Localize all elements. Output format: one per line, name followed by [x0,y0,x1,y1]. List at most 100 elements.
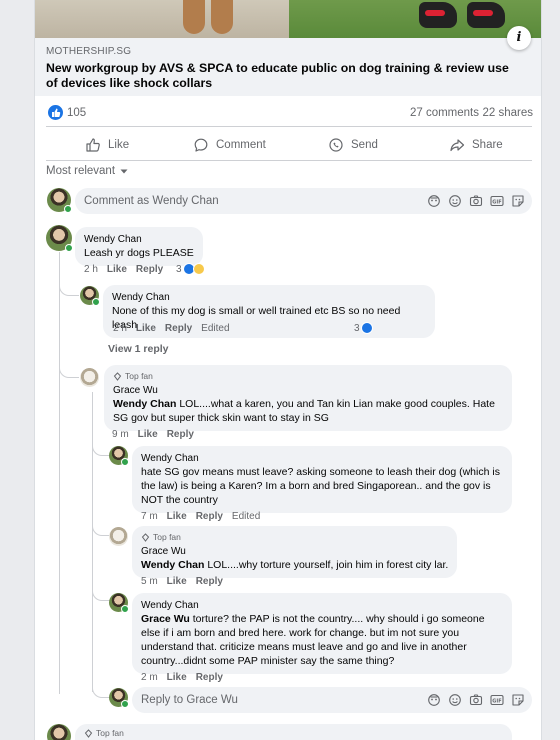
comment-author[interactable]: Grace Wu [141,545,448,558]
comment-time[interactable]: 9 m [112,429,129,440]
avatar[interactable] [46,225,73,252]
shares-count[interactable]: 22 shares [482,107,533,119]
comment-edited[interactable]: Edited [232,511,260,522]
comment-like-button[interactable]: Like [167,576,187,587]
comment-bubble: Wendy Chan Leash yr dogs PLEASE [75,227,203,266]
thread-connector [92,585,110,601]
divider [46,126,532,127]
top-fan-icon [113,372,122,381]
emoji-icon[interactable] [447,692,463,708]
like-reaction-icon[interactable] [48,105,63,120]
info-icon[interactable]: i [507,26,531,50]
comment-author[interactable]: Wendy Chan [141,599,503,612]
dog-leg [183,0,205,34]
comment-mention[interactable]: Wendy Chan [113,398,176,410]
comment-reply-button[interactable]: Reply [165,323,192,334]
avatar[interactable] [80,286,100,306]
comment-author[interactable]: Wendy Chan [84,233,194,246]
comment-meta: 7 m Like Reply Edited [141,511,260,522]
send-button[interactable]: Send [328,137,378,153]
gif-icon[interactable]: GIF [489,692,505,708]
comment-composer[interactable]: Comment as Wendy Chan GIF [75,188,532,214]
svg-text:GIF: GIF [492,199,501,205]
comments-count[interactable]: 27 comments [410,107,479,119]
dog-leg [211,0,233,34]
comment-text: LOL....why torture yourself, join him in… [204,559,449,571]
comment-input[interactable]: Comment as Wendy Chan [84,195,219,207]
avatar[interactable] [109,593,129,613]
comment-mention[interactable]: Wendy Chan [141,559,204,571]
emoji-icon[interactable] [447,193,463,209]
post-actions: Like Comment Send Share [35,133,541,157]
top-fan-label: Top fan [125,371,153,381]
avatar-sticker-icon[interactable] [426,692,442,708]
avatar[interactable] [80,368,99,387]
comment-bubble: Wendy Chan hate SG gov means must leave?… [132,446,512,513]
post-card: MOTHERSHIP.SG New workgroup by AVS & SPC… [34,0,542,740]
comment-time[interactable]: 2 m [141,672,158,683]
comment-mention[interactable]: Grace Wu [141,613,190,625]
camera-icon[interactable] [468,193,484,209]
top-fan-label: Top fan [96,728,124,738]
comment-author[interactable]: Wendy Chan [112,291,426,304]
comment-button[interactable]: Comment [193,137,266,153]
share-button[interactable]: Share [449,137,503,153]
thread-line [92,392,93,692]
share-icon [449,137,465,153]
sticker-icon[interactable] [510,692,526,708]
comment-author[interactable]: Grace Wu [113,384,503,397]
link-preview[interactable]: MOTHERSHIP.SG New workgroup by AVS & SPC… [35,38,541,96]
like-count[interactable]: 105 [67,107,86,119]
comment-text: torture? the PAP is not the country.... … [141,613,485,667]
comment-like-button[interactable]: Like [107,264,127,275]
comment-time[interactable]: 2 h [84,264,98,275]
top-fan-badge: Top fan [113,371,503,382]
divider [46,160,532,161]
comment-reply-button[interactable]: Reply [196,576,223,587]
comment-reply-button[interactable]: Reply [167,429,194,440]
comment-reply-button[interactable]: Reply [136,264,163,275]
comment-icon [193,137,209,153]
comment-meta: 2 m Like Reply [141,672,223,683]
sort-dropdown[interactable]: Most relevant [46,165,129,177]
avatar-sticker-icon[interactable] [426,193,442,209]
comment-time[interactable]: 5 m [141,576,158,587]
comment-reply-button[interactable]: Reply [196,511,223,522]
camera-icon[interactable] [468,692,484,708]
comment-like-button[interactable]: Like [136,323,156,334]
reply-composer[interactable]: Reply to Grace Wu GIF [132,687,532,713]
comment-time[interactable]: 7 m [141,511,158,522]
top-fan-badge: Top fan [141,532,448,543]
composer-tools: GIF [426,692,526,708]
comment-reactions[interactable]: 3 [176,263,205,275]
article-image[interactable] [35,0,541,38]
send-icon [328,137,344,153]
reply-input[interactable]: Reply to Grace Wu [141,694,238,706]
comment-like-button[interactable]: Like [167,511,187,522]
link-headline[interactable]: New workgroup by AVS & SPCA to educate p… [46,61,516,91]
comment-meta: 2 h Like Reply Edited [113,323,230,334]
comment-like-button[interactable]: Like [138,429,158,440]
like-button[interactable]: Like [85,137,129,153]
comment-time[interactable]: 2 h [113,323,127,334]
avatar[interactable] [109,688,129,708]
gif-icon[interactable]: GIF [489,193,505,209]
comment-reactions[interactable]: 3 [354,322,373,334]
shoe [467,2,505,28]
avatar[interactable] [109,446,129,466]
article-image-left [35,0,289,38]
avatar[interactable] [47,188,72,213]
comment-label: Comment [216,139,266,151]
like-reaction-icon [360,322,373,334]
sticker-icon[interactable] [510,193,526,209]
avatar[interactable] [109,527,128,546]
thread-connector [92,682,110,698]
reaction-count: 3 [354,322,360,334]
avatar[interactable] [47,724,71,740]
svg-text:GIF: GIF [492,698,501,704]
comment-edited[interactable]: Edited [201,323,229,334]
comment-like-button[interactable]: Like [167,672,187,683]
comment-reply-button[interactable]: Reply [196,672,223,683]
view-replies-link[interactable]: View 1 reply [108,343,169,355]
comment-author[interactable]: Wendy Chan [141,452,503,465]
